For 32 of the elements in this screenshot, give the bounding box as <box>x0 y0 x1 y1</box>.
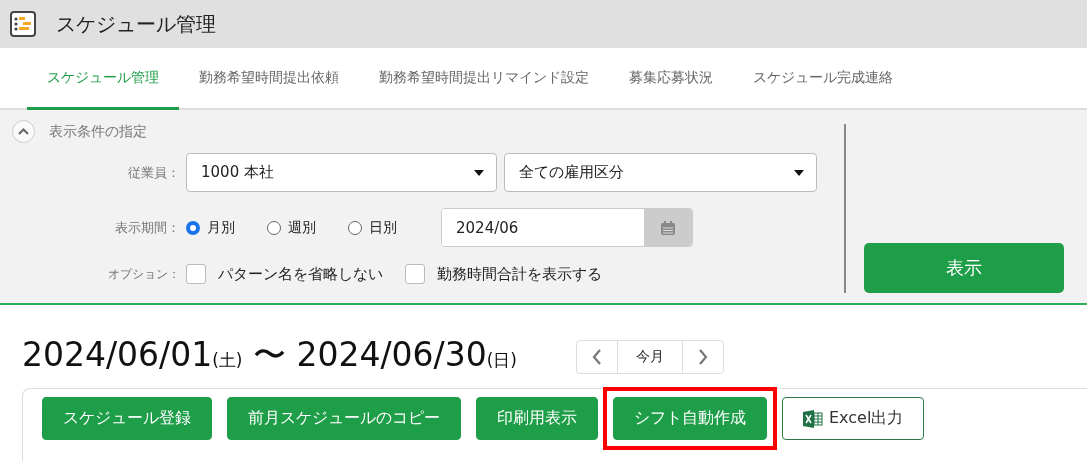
chevron-right-icon <box>697 349 708 365</box>
checkbox-option[interactable]: パターン名を省略しない <box>186 264 383 284</box>
caret-icon <box>474 169 484 176</box>
calendar-button[interactable] <box>644 209 692 246</box>
date-range: 2024/06/01(土) 〜 2024/06/30(日) <box>22 333 517 376</box>
field-label: 従業員： <box>127 163 181 182</box>
section-heading: 表示条件の指定 <box>49 122 147 141</box>
chevron-up-icon <box>18 128 29 135</box>
date-field[interactable]: 2024/06 <box>441 208 693 247</box>
tab[interactable]: スケジュール完成連絡 <box>733 48 913 110</box>
calendar-icon <box>660 219 676 236</box>
tab[interactable]: 勤務希望時間提出依頼 <box>179 48 359 110</box>
caret-icon <box>794 169 804 176</box>
field-label: オプション： <box>107 265 181 283</box>
chevron-left-icon <box>591 349 602 365</box>
radio-option[interactable]: 週別 <box>267 218 316 237</box>
tab[interactable]: 募集応募状況 <box>609 48 733 110</box>
radio-option[interactable]: 日別 <box>348 218 397 237</box>
spreadsheet-icon <box>803 409 823 428</box>
dropdown[interactable]: 1000 本社 <box>186 153 497 192</box>
next-button[interactable] <box>681 340 724 374</box>
dropdown[interactable]: 全ての雇用区分 <box>504 153 817 192</box>
previous-button[interactable] <box>575 340 618 374</box>
collapse-button[interactable] <box>12 120 35 143</box>
checkbox-option[interactable]: 勤務時間合計を表示する <box>405 264 602 284</box>
current-month-button[interactable]: 今月 <box>616 340 683 374</box>
tab[interactable]: 勤務希望時間提出リマインド設定 <box>359 48 609 110</box>
schedule-icon <box>10 11 36 37</box>
radio-option[interactable]: 月別 <box>186 218 235 237</box>
field-label: 表示期間： <box>114 218 181 237</box>
excel-export-button[interactable]: Excel出力 <box>782 397 925 440</box>
app-title: スケジュール管理 <box>56 10 216 38</box>
